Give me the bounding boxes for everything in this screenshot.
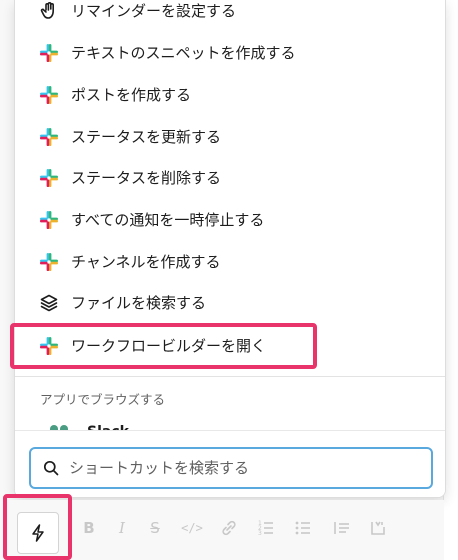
code-block-icon[interactable] bbox=[368, 518, 388, 538]
slack-logo-icon bbox=[40, 253, 58, 271]
reminder-hand-icon bbox=[40, 2, 54, 19]
shortcuts-menu: リマインダーを設定する テキストのスニペットを作成する ポストを作成する ステー… bbox=[14, 0, 446, 498]
svg-text:3: 3 bbox=[258, 530, 262, 537]
slack-logo-icon bbox=[40, 44, 58, 62]
menu-item-create-snippet[interactable]: テキストのスニペットを作成する bbox=[15, 34, 445, 72]
menu-item-create-post[interactable]: ポストを作成する bbox=[15, 76, 445, 114]
menu-item-label: すべての通知を一時停止する bbox=[71, 211, 265, 229]
menu-item-pause-notifications[interactable]: すべての通知を一時停止する bbox=[15, 201, 445, 239]
link-icon[interactable] bbox=[219, 518, 239, 538]
menu-item-label: ファイルを検索する bbox=[71, 294, 207, 312]
code-icon[interactable]: </> bbox=[180, 518, 204, 538]
menu-item-label: ポストを作成する bbox=[71, 86, 192, 104]
menu-item-label: チャンネルを作成する bbox=[71, 253, 221, 271]
slack-logo-icon bbox=[40, 211, 58, 229]
menu-item-label: テキストのスニペットを作成する bbox=[71, 44, 296, 62]
blockquote-icon[interactable] bbox=[332, 518, 352, 538]
italic-icon[interactable]: I bbox=[112, 518, 132, 538]
bulleted-list-icon[interactable] bbox=[293, 518, 313, 538]
search-input[interactable] bbox=[69, 456, 419, 480]
menu-item-update-status[interactable]: ステータスを更新する bbox=[15, 118, 445, 156]
search-area bbox=[15, 430, 445, 497]
browse-apps-header: アプリでブラウズする bbox=[40, 392, 166, 407]
menu-item-set-reminder[interactable]: リマインダーを設定する bbox=[15, 0, 445, 30]
highlight-shortcuts-button bbox=[3, 494, 72, 560]
highlight-workflow-builder bbox=[10, 323, 317, 369]
search-box[interactable] bbox=[29, 447, 433, 489]
strikethrough-icon[interactable]: S bbox=[145, 518, 165, 538]
slack-logo-icon bbox=[40, 128, 58, 146]
menu-item-search-files[interactable]: ファイルを検索する bbox=[15, 284, 445, 322]
ordered-list-icon[interactable]: 1 2 3 bbox=[256, 518, 276, 538]
menu-item-label: リマインダーを設定する bbox=[71, 2, 237, 20]
menu-item-create-channel[interactable]: チャンネルを作成する bbox=[15, 243, 445, 281]
layers-icon bbox=[40, 294, 58, 312]
slack-logo-icon bbox=[40, 86, 58, 104]
menu-item-clear-status[interactable]: ステータスを削除する bbox=[15, 159, 445, 197]
left-edge bbox=[0, 0, 10, 500]
menu-item-label: ステータスを更新する bbox=[71, 128, 222, 146]
section-divider bbox=[15, 376, 445, 377]
search-icon bbox=[43, 460, 59, 476]
slack-logo-icon bbox=[40, 169, 58, 187]
bold-icon[interactable]: B bbox=[79, 518, 99, 538]
menu-item-label: ステータスを削除する bbox=[71, 169, 222, 187]
